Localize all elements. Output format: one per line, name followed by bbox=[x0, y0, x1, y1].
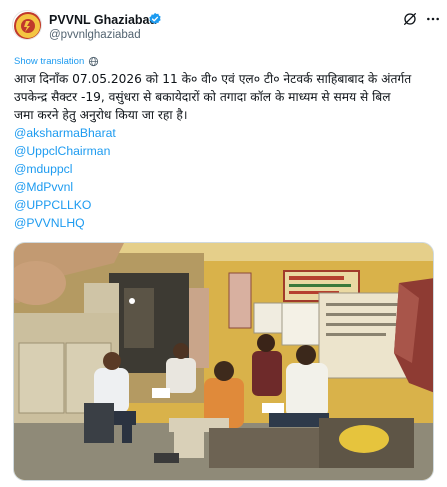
grok-icon[interactable] bbox=[402, 11, 418, 27]
mention-link[interactable]: @MdPvvnl bbox=[14, 178, 116, 196]
show-translation-label[interactable]: Show translation bbox=[14, 56, 84, 67]
tweet-text: आज दिनाँक 07.05.2026 को 11 के० वी० एवं ए… bbox=[14, 70, 438, 124]
author-handle[interactable]: @pvvnlghaziabad bbox=[49, 29, 141, 41]
tweet-header: PVVNL Ghaziabad @pvvnlghaziabad bbox=[0, 0, 447, 56]
author-name[interactable]: PVVNL Ghaziabad bbox=[49, 13, 157, 27]
mention-link[interactable]: @PVVNLHQ bbox=[14, 214, 116, 232]
verified-badge-icon bbox=[149, 12, 161, 24]
show-translation-link[interactable]: Show translation bbox=[14, 54, 99, 68]
translate-globe-icon bbox=[89, 56, 99, 66]
mention-link[interactable]: @UPPCLLKO bbox=[14, 196, 116, 214]
tweet-photo[interactable] bbox=[13, 242, 434, 481]
tweet-text-line: जमा करने हेतु अनुरोध किया जा रहा है। bbox=[14, 108, 188, 122]
mention-link[interactable]: @aksharmaBharat bbox=[14, 124, 116, 142]
mention-link[interactable]: @UppclChairman bbox=[14, 142, 116, 160]
office-scene-illustration bbox=[14, 243, 433, 480]
avatar[interactable] bbox=[12, 10, 42, 40]
mentions-list: @aksharmaBharat @UppclChairman @mduppcl … bbox=[14, 124, 116, 232]
mention-link[interactable]: @mduppcl bbox=[14, 160, 116, 178]
tweet-text-line: आज दिनाँक 07.05.2026 को 11 के० वी० एवं ए… bbox=[14, 72, 412, 86]
more-options-icon[interactable] bbox=[425, 11, 441, 27]
tweet-text-line: उपकेन्द्र सैक्टर -19, वसुंधरा से बकायेदा… bbox=[14, 90, 391, 104]
